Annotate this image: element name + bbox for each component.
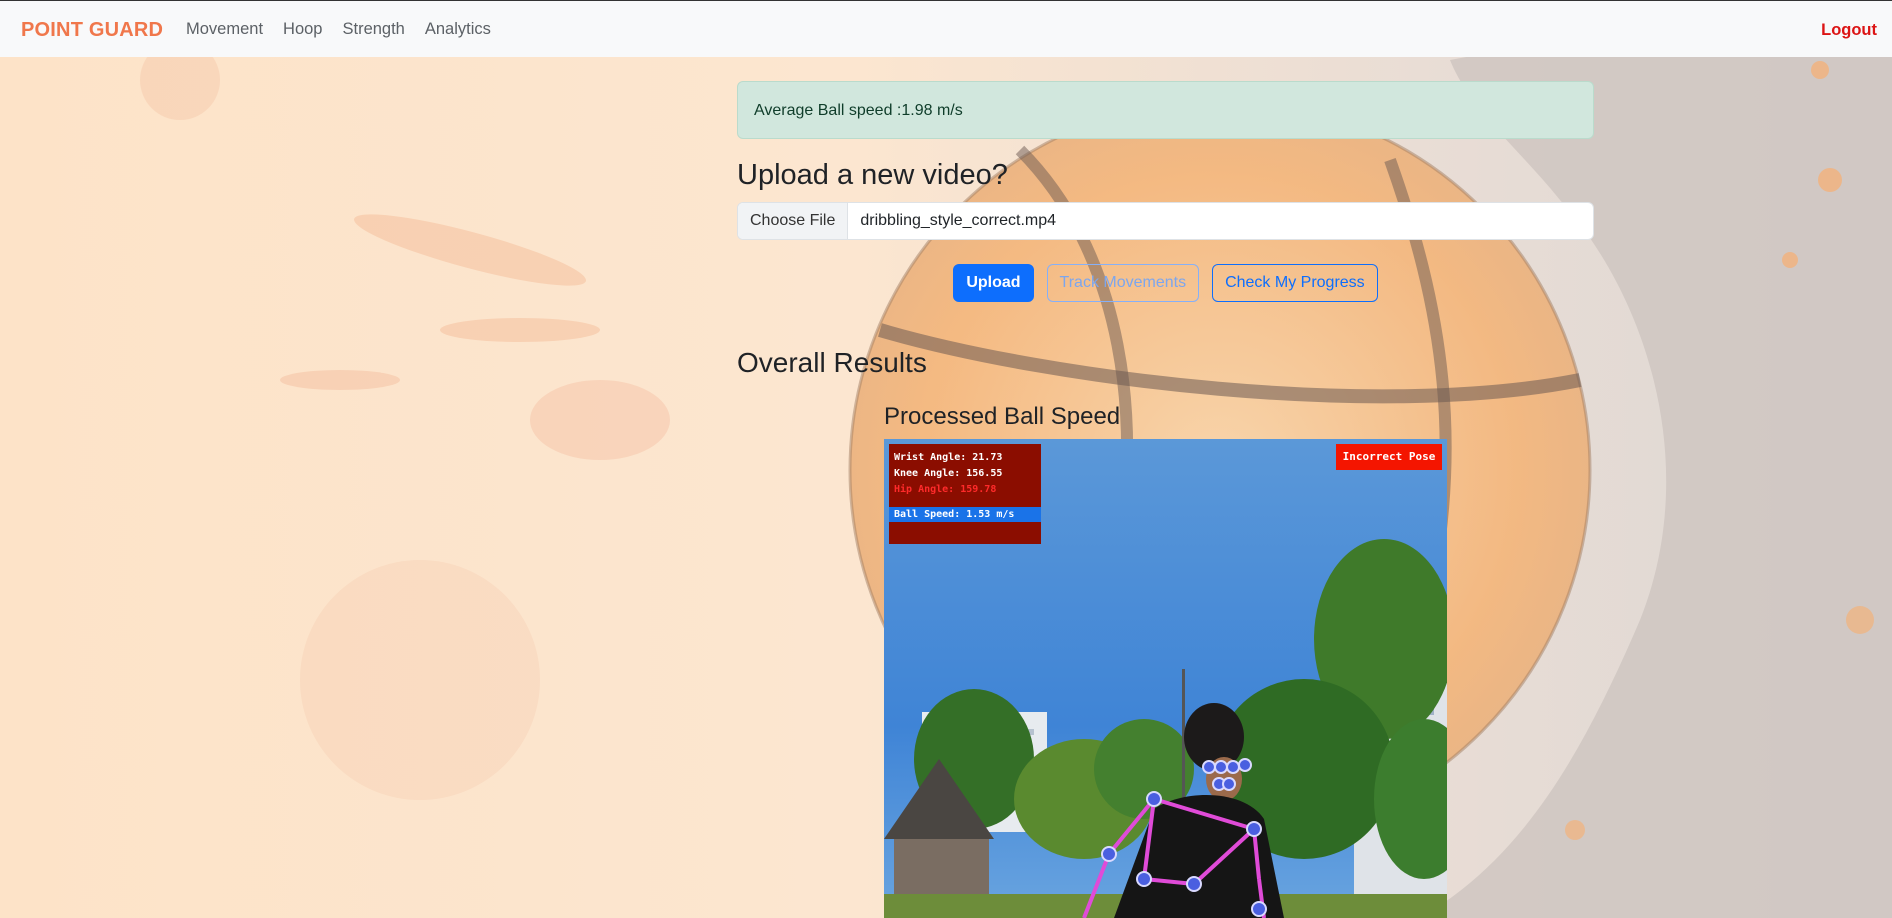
nav-link-analytics[interactable]: Analytics (425, 20, 491, 39)
main-content: Average Ball speed :1.98 m/s Upload a ne… (737, 81, 1594, 430)
processed-ball-speed-heading: Processed Ball Speed (884, 403, 1121, 430)
upload-button[interactable]: Upload (953, 264, 1034, 302)
ball-speed-overlay-text: Ball Speed: 1.53 m/s (889, 507, 1041, 522)
wrist-angle-text: Wrist Angle: 21.73 (894, 452, 1003, 463)
processed-video-frame[interactable]: Wrist Angle: 21.73 Knee Angle: 156.55 Hi… (884, 439, 1447, 918)
nav-link-strength[interactable]: Strength (342, 20, 404, 39)
knee-angle-text: Knee Angle: 156.55 (894, 468, 1003, 479)
pose-status-badge: Incorrect Pose (1336, 444, 1442, 470)
selected-file-name: dribbling_style_correct.mp4 (860, 212, 1057, 229)
nav-links: Movement Hoop Strength Analytics (186, 20, 511, 39)
nav-link-movement[interactable]: Movement (186, 20, 263, 39)
choose-file-button[interactable]: Choose File (738, 203, 849, 239)
brand-logo[interactable]: POINT GUARD (21, 19, 163, 42)
overall-results-heading: Overall Results (737, 347, 927, 378)
file-input[interactable]: Choose File dribbling_style_correct.mp4 (737, 202, 1594, 240)
action-buttons: Upload Track Movements Check My Progress (737, 264, 1594, 302)
nav-link-hoop[interactable]: Hoop (283, 20, 322, 39)
logout-link[interactable]: Logout (1821, 21, 1877, 40)
top-navbar: POINT GUARD Movement Hoop Strength Analy… (0, 0, 1892, 57)
upload-heading: Upload a new video? (737, 159, 1008, 191)
hip-angle-text: Hip Angle: 159.78 (894, 484, 997, 495)
pose-metrics-overlay: Wrist Angle: 21.73 Knee Angle: 156.55 Hi… (889, 444, 1041, 544)
check-progress-button[interactable]: Check My Progress (1212, 264, 1378, 302)
ball-speed-alert: Average Ball speed :1.98 m/s (737, 81, 1594, 139)
track-movements-button[interactable]: Track Movements (1046, 264, 1200, 302)
